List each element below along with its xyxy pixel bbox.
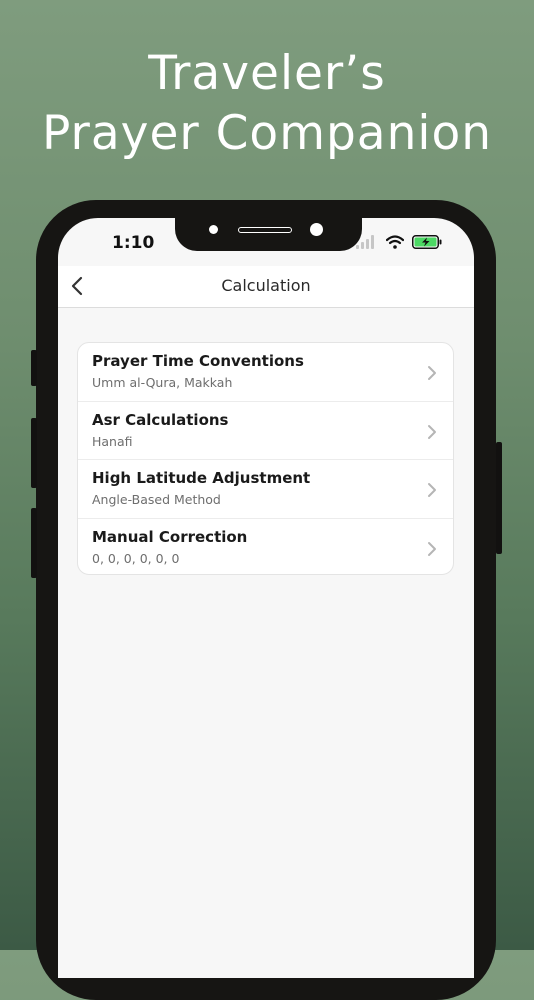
battery-charging-icon xyxy=(412,235,442,249)
wifi-icon xyxy=(386,235,404,249)
chevron-right-icon xyxy=(428,541,436,556)
earpiece-speaker xyxy=(238,227,292,233)
phone-silent-switch xyxy=(31,350,37,386)
page-title: Calculation xyxy=(221,276,311,295)
row-title: Asr Calculations xyxy=(92,410,229,429)
chevron-right-icon xyxy=(428,366,436,380)
cellular-signal-icon xyxy=(356,235,378,249)
row-value: 0, 0, 0, 0, 0, 0 xyxy=(92,550,180,566)
sensor-dot xyxy=(209,225,218,234)
settings-row-high-latitude-adjustment[interactable]: High Latitude Adjustment Angle-Based Met… xyxy=(78,460,453,519)
settings-row-manual-correction[interactable]: Manual Correction 0, 0, 0, 0, 0, 0 xyxy=(78,519,453,578)
row-title: High Latitude Adjustment xyxy=(92,469,311,487)
phone-screen: 1:10 Calculation Prayer Time Conventions… xyxy=(58,218,474,978)
status-time: 1:10 xyxy=(112,233,155,253)
settings-row-asr-calculations[interactable]: Asr Calculations Hanafi xyxy=(78,402,453,460)
row-title: Prayer Time Conventions xyxy=(92,352,304,370)
chevron-right-icon xyxy=(428,483,436,497)
phone-volume-up-button xyxy=(31,418,37,488)
row-value: Angle-Based Method xyxy=(92,492,221,507)
settings-row-prayer-time-conventions[interactable]: Prayer Time Conventions Umm al-Qura, Mak… xyxy=(78,343,453,402)
row-value: Hanafi xyxy=(92,433,133,449)
headline-line-2: Prayer Companion xyxy=(41,106,492,161)
phone-volume-down-button xyxy=(31,508,37,578)
marketing-headline: Traveler’s Prayer Companion xyxy=(0,44,534,164)
phone-power-button xyxy=(496,442,502,554)
settings-card: Prayer Time Conventions Umm al-Qura, Mak… xyxy=(77,342,454,575)
navigation-bar: Calculation xyxy=(58,266,474,308)
row-title: Manual Correction xyxy=(92,527,248,546)
headline-line-1: Traveler’s xyxy=(148,46,386,101)
chevron-right-icon xyxy=(428,424,436,439)
row-value: Umm al-Qura, Makkah xyxy=(92,375,233,390)
phone-notch xyxy=(175,218,362,251)
front-camera xyxy=(310,223,323,236)
